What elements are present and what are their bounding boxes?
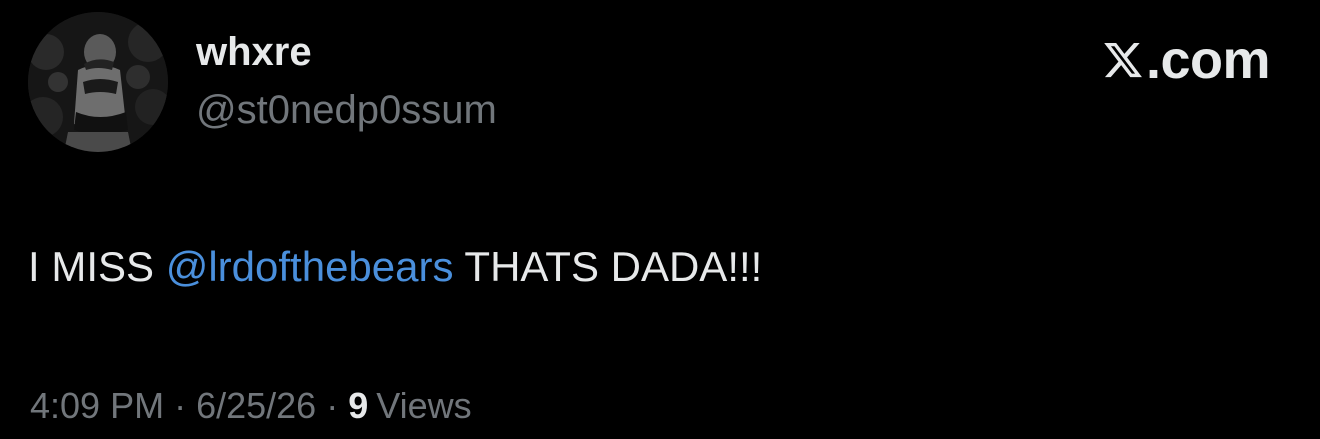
views-count: 9 bbox=[348, 385, 369, 426]
tweet-text-before: I MISS bbox=[28, 243, 166, 290]
tweet-card: whxre @st0nedp0ssum .com I MISS @lrdofth… bbox=[0, 0, 1320, 439]
tweet-time[interactable]: 4:09 PM bbox=[30, 385, 164, 426]
user-handle[interactable]: @st0nedp0ssum bbox=[196, 88, 497, 132]
avatar-photo-icon bbox=[28, 12, 168, 152]
tweet-meta: 4:09 PM · 6/25/26 · 9 Views bbox=[30, 386, 472, 426]
meta-separator: · bbox=[326, 385, 339, 426]
tweet-date[interactable]: 6/25/26 bbox=[196, 385, 316, 426]
views-label: Views bbox=[376, 385, 472, 426]
display-name[interactable]: whxre bbox=[196, 30, 312, 74]
meta-separator: · bbox=[174, 385, 187, 426]
avatar[interactable] bbox=[28, 12, 168, 152]
tweet-text-after: THATS DADA!!! bbox=[453, 243, 763, 290]
brand-text: .com bbox=[1145, 30, 1271, 90]
tweet-text: I MISS @lrdofthebears THATS DADA!!! bbox=[28, 243, 763, 290]
brand-link[interactable]: .com bbox=[1102, 30, 1271, 90]
mention-link[interactable]: @lrdofthebears bbox=[166, 243, 454, 290]
x-logo-icon bbox=[1104, 42, 1142, 78]
